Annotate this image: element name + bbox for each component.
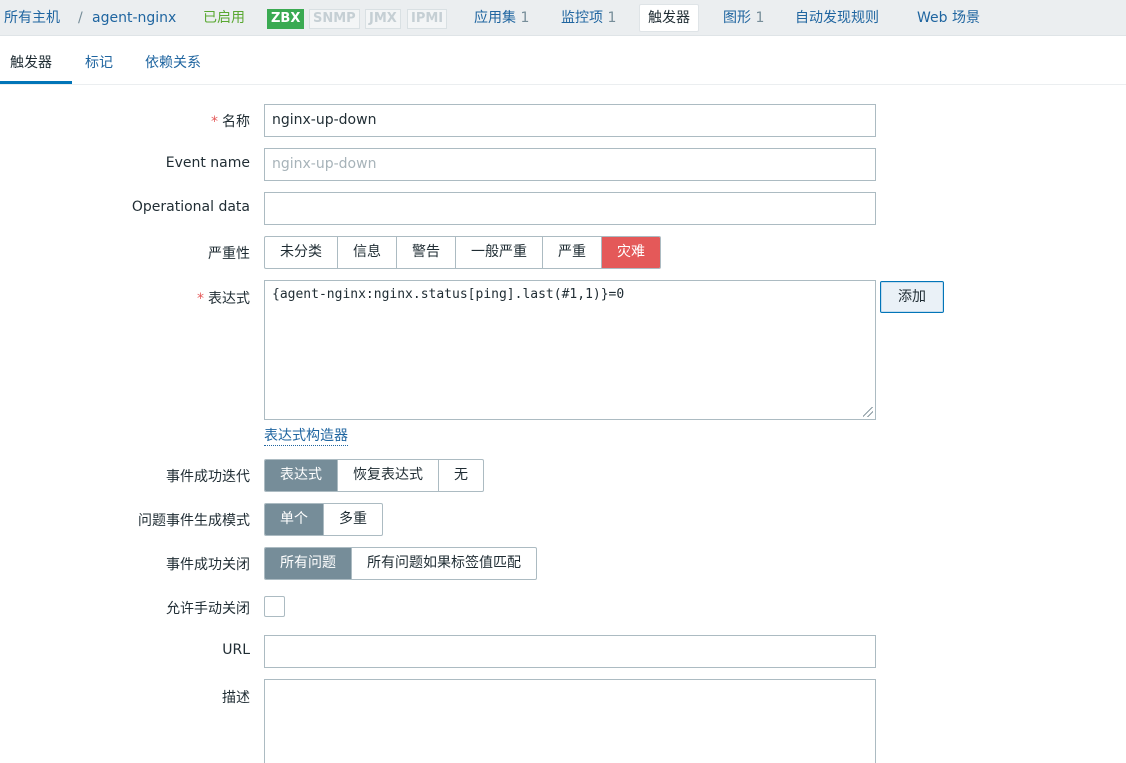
tab-graphs-label: 图形 xyxy=(723,10,751,26)
availability-zbx-badge: ZBX xyxy=(267,9,305,29)
subtab-dependencies[interactable]: 依赖关系 xyxy=(145,42,201,84)
required-asterisk: * xyxy=(197,291,204,307)
url-label: URL xyxy=(222,642,250,658)
tab-items-label: 监控项 xyxy=(561,10,603,26)
expression-constructor-link[interactable]: 表达式构造器 xyxy=(264,428,348,446)
severity-high[interactable]: 严重 xyxy=(542,237,601,268)
breadcrumb-host[interactable]: agent-nginx xyxy=(92,0,176,36)
tab-applications-label: 应用集 xyxy=(474,10,516,26)
url-input[interactable] xyxy=(264,635,876,668)
ok-event-recovery-expression[interactable]: 恢复表达式 xyxy=(337,460,438,491)
ok-event-none[interactable]: 无 xyxy=(438,460,483,491)
host-nav-bar: 所有主机 / agent-nginx 已启用 ZBX SNMP JMX IPMI… xyxy=(0,0,1126,36)
subtab-tags[interactable]: 标记 xyxy=(85,42,113,84)
availability-jmx-badge: JMX xyxy=(365,9,401,29)
ok-closes-all-problems[interactable]: 所有问题 xyxy=(265,548,351,579)
expression-value: {agent-nginx:nginx.status[ping].last(#1,… xyxy=(272,287,625,302)
ok-closes-tag-match[interactable]: 所有问题如果标签值匹配 xyxy=(351,548,536,579)
problem-mode-multiple[interactable]: 多重 xyxy=(323,504,382,535)
name-label: * 名称 xyxy=(211,111,250,131)
operational-data-label: Operational data xyxy=(131,199,250,215)
tab-items-count: 1 xyxy=(607,10,617,26)
tab-discovery-rules[interactable]: 自动发现规则 xyxy=(795,0,879,36)
severity-label: 严重性 xyxy=(208,246,250,262)
tab-applications[interactable]: 应用集 1 xyxy=(474,0,529,36)
availability-snmp-badge: SNMP xyxy=(309,9,360,29)
tab-web-scenarios[interactable]: Web 场景 xyxy=(917,0,980,36)
breadcrumb-all-hosts[interactable]: 所有主机 xyxy=(4,0,60,36)
name-input[interactable]: nginx-up-down xyxy=(264,104,876,137)
event-name-label: Event name xyxy=(165,155,250,171)
problem-event-mode-selector: 单个 多重 xyxy=(264,503,383,536)
subtab-trigger[interactable]: 触发器 xyxy=(0,42,72,84)
ok-event-generation-label: 事件成功迭代 xyxy=(166,469,250,485)
breadcrumb-separator: / xyxy=(78,10,83,26)
required-asterisk: * xyxy=(211,114,218,130)
tab-applications-count: 1 xyxy=(520,10,530,26)
expression-textarea[interactable]: {agent-nginx:nginx.status[ping].last(#1,… xyxy=(264,280,876,420)
tab-triggers[interactable]: 触发器 xyxy=(639,4,699,32)
description-textarea[interactable] xyxy=(264,679,876,763)
problem-mode-single[interactable]: 单个 xyxy=(265,504,323,535)
expression-label-text: 表达式 xyxy=(208,291,250,307)
problem-event-mode-label: 问题事件生成模式 xyxy=(138,513,250,529)
tab-graphs[interactable]: 图形 1 xyxy=(723,0,764,36)
severity-disaster[interactable]: 灾难 xyxy=(601,237,660,268)
severity-selector: 未分类 信息 警告 一般严重 严重 灾难 xyxy=(264,236,661,269)
ok-event-closes-selector: 所有问题 所有问题如果标签值匹配 xyxy=(264,547,537,580)
severity-information[interactable]: 信息 xyxy=(337,237,396,268)
ok-event-closes-label: 事件成功关闭 xyxy=(166,557,250,573)
operational-data-input[interactable] xyxy=(264,192,876,225)
severity-not-classified[interactable]: 未分类 xyxy=(265,237,337,268)
ok-event-expression[interactable]: 表达式 xyxy=(265,460,337,491)
resize-grip-icon[interactable] xyxy=(863,407,873,417)
severity-average[interactable]: 一般严重 xyxy=(455,237,542,268)
manual-close-label: 允许手动关闭 xyxy=(166,601,250,617)
host-status-enabled[interactable]: 已启用 xyxy=(203,0,245,36)
trigger-sub-tabs: 触发器 标记 依赖关系 xyxy=(0,42,1126,85)
expression-add-button[interactable]: 添加 xyxy=(880,281,944,313)
tab-graphs-count: 1 xyxy=(755,10,765,26)
severity-warning[interactable]: 警告 xyxy=(396,237,455,268)
tab-items[interactable]: 监控项 1 xyxy=(561,0,616,36)
description-label: 描述 xyxy=(222,690,250,706)
manual-close-checkbox[interactable] xyxy=(264,596,285,617)
expression-label: * 表达式 xyxy=(197,288,250,308)
name-label-text: 名称 xyxy=(222,114,250,130)
availability-ipmi-badge: IPMI xyxy=(407,9,448,29)
ok-event-generation-selector: 表达式 恢复表达式 无 xyxy=(264,459,484,492)
event-name-input[interactable]: nginx-up-down xyxy=(264,148,876,181)
